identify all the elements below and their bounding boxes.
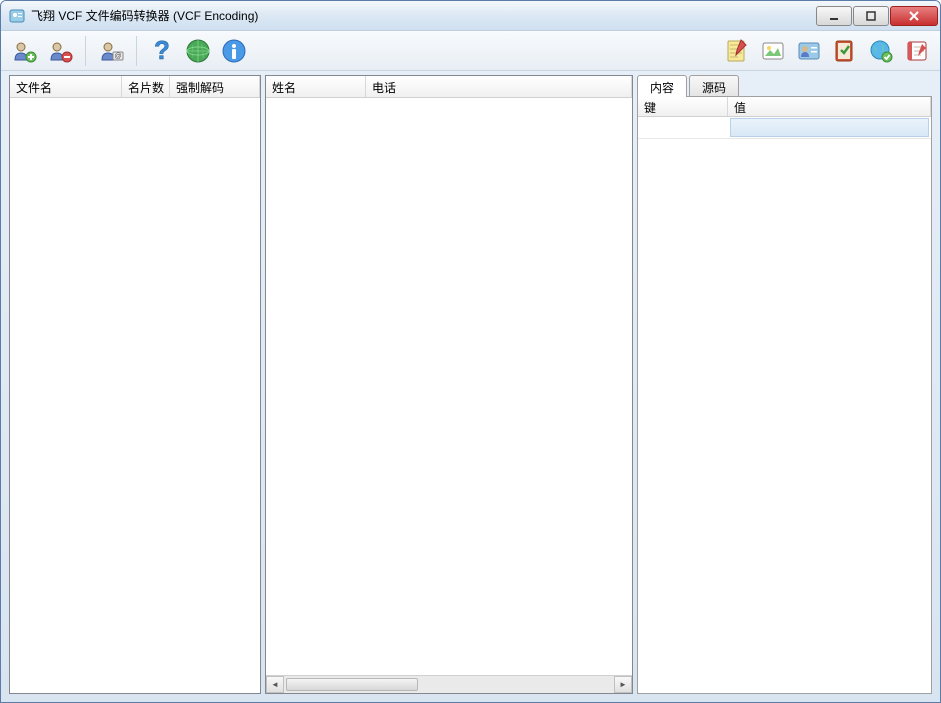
col-phone[interactable]: 电话 [366,76,632,97]
add-contact-button[interactable] [7,34,41,68]
book-check-button[interactable] [828,34,862,68]
main-window: 飞翔 VCF 文件编码转换器 (VCF Encoding) [0,0,941,703]
diary-button[interactable] [900,34,934,68]
horizontal-scrollbar[interactable]: ◄ ► [266,675,632,693]
detail-tabs: 内容 源码 [637,75,932,97]
globe-button[interactable] [181,34,215,68]
file-list-header: 文件名 名片数 强制解码 [10,76,260,98]
info-button[interactable] [217,34,251,68]
col-cardcount[interactable]: 名片数 [122,76,170,97]
contact-list-body[interactable] [266,98,632,675]
contact-card-button[interactable] [792,34,826,68]
svg-text:?: ? [154,37,170,65]
property-header: 键 值 [638,97,931,117]
contact-address-button[interactable]: @ [94,34,128,68]
content-area: 文件名 名片数 强制解码 姓名 电话 ◄ ► 内容 源码 [1,71,940,702]
col-value[interactable]: 值 [728,97,931,116]
app-icon [9,8,25,24]
contact-list-panel: 姓名 电话 ◄ ► [265,75,633,694]
toolbar-separator [136,36,137,66]
tab-source[interactable]: 源码 [689,75,739,97]
property-key [638,117,728,138]
close-button[interactable] [890,6,938,26]
property-row[interactable] [638,117,931,139]
minimize-button[interactable] [816,6,852,26]
toolbar: @ ? [1,31,940,71]
col-name[interactable]: 姓名 [266,76,366,97]
scroll-thumb[interactable] [286,678,418,691]
help-button[interactable]: ? [145,34,179,68]
tab-content-body: 键 值 [637,96,932,694]
scroll-left-button[interactable]: ◄ [266,676,284,693]
globe-check-button[interactable] [864,34,898,68]
col-forcedecode[interactable]: 强制解码 [170,76,260,97]
window-title: 飞翔 VCF 文件编码转换器 (VCF Encoding) [31,7,816,24]
col-key[interactable]: 键 [638,97,728,116]
svg-text:@: @ [114,53,121,60]
tab-content[interactable]: 内容 [637,75,687,97]
remove-contact-button[interactable] [43,34,77,68]
file-list-panel: 文件名 名片数 强制解码 [9,75,261,694]
scroll-track[interactable] [284,676,614,693]
contact-list-header: 姓名 电话 [266,76,632,98]
detail-panel: 内容 源码 键 值 [637,75,932,694]
property-value-input[interactable] [730,118,929,137]
toolbar-separator [85,36,86,66]
scroll-right-button[interactable]: ► [614,676,632,693]
col-filename[interactable]: 文件名 [10,76,122,97]
titlebar[interactable]: 飞翔 VCF 文件编码转换器 (VCF Encoding) [1,1,940,31]
notepad-button[interactable] [720,34,754,68]
maximize-button[interactable] [853,6,889,26]
picture-button[interactable] [756,34,790,68]
file-list-body[interactable] [10,98,260,693]
